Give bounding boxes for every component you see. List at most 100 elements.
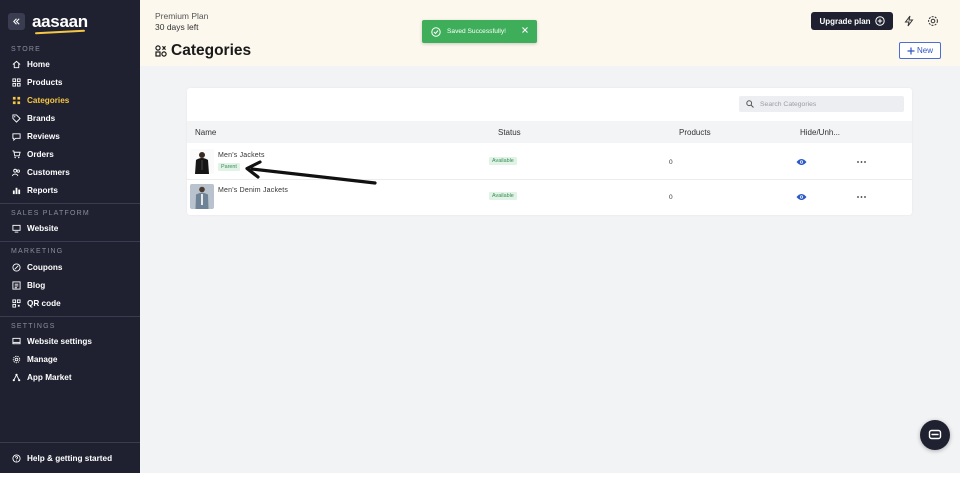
upgrade-plan-label: Upgrade plan xyxy=(819,16,871,26)
sidebar-item-label: Website settings xyxy=(27,336,92,346)
sidebar-item-orders[interactable]: Orders xyxy=(11,147,54,161)
page-title-text: Categories xyxy=(171,42,252,59)
section-sales-platform-title: SALES PLATFORM xyxy=(11,210,90,217)
category-thumbnail xyxy=(190,184,214,209)
reports-icon xyxy=(11,185,21,195)
tag-icon xyxy=(11,113,21,123)
column-header-status[interactable]: Status xyxy=(498,128,521,137)
sidebar-item-products[interactable]: Products xyxy=(11,75,63,89)
sidebar-item-label: Categories xyxy=(27,95,70,105)
table-row[interactable]: Men's Jackets Parent Available 0 xyxy=(187,145,912,180)
sidebar-item-label: QR code xyxy=(27,298,61,308)
sidebar-item-coupons[interactable]: Coupons xyxy=(11,260,62,274)
sidebar-item-website[interactable]: Website xyxy=(11,221,58,235)
table-row[interactable]: Men's Denim Jackets Available 0 xyxy=(187,180,912,215)
collapse-sidebar-button[interactable] xyxy=(8,12,25,30)
monitor-icon xyxy=(11,223,21,233)
sidebar-item-website-settings[interactable]: Website settings xyxy=(11,334,92,348)
review-icon xyxy=(11,131,21,141)
sidebar-item-categories[interactable]: Categories xyxy=(11,93,69,107)
category-name[interactable]: Men's Jackets xyxy=(218,152,265,159)
sidebar-item-customers[interactable]: Customers xyxy=(11,165,70,179)
sidebar-item-label: Reports xyxy=(27,185,58,195)
page-title: Categories xyxy=(155,42,251,60)
column-header-name[interactable]: Name xyxy=(195,128,216,137)
search-input[interactable] xyxy=(760,100,900,108)
qr-icon xyxy=(11,298,21,308)
close-icon[interactable] xyxy=(521,26,529,34)
search-icon xyxy=(746,100,754,108)
sidebar-item-label: App Market xyxy=(27,372,72,382)
more-options-icon[interactable] xyxy=(856,157,867,167)
divider xyxy=(0,241,140,242)
success-toast: Saved Successfully! xyxy=(422,20,537,43)
status-badge: Available xyxy=(489,192,517,200)
check-circle-icon xyxy=(431,26,441,37)
logo[interactable]: aasaan xyxy=(32,13,88,30)
sidebar-item-label: Manage xyxy=(27,354,58,364)
column-header-products[interactable]: Products xyxy=(679,128,711,137)
coupon-icon xyxy=(11,262,21,272)
category-thumbnail xyxy=(190,149,214,174)
section-marketing-title: MARKETING xyxy=(11,248,64,255)
products-count: 0 xyxy=(669,159,673,166)
sidebar-item-label: Reviews xyxy=(27,131,60,141)
plus-circle-icon xyxy=(874,16,885,26)
top-bar: Premium Plan 30 days left Categories Upg… xyxy=(140,0,960,66)
blog-icon xyxy=(11,280,21,290)
categories-table-card: Name Status Products Hide/Unh... Men's J… xyxy=(187,88,912,215)
sidebar-item-label: Blog xyxy=(27,280,46,290)
sidebar: aasaan STORE Home Products Categories Br… xyxy=(0,0,140,473)
sidebar-item-brands[interactable]: Brands xyxy=(11,111,55,125)
sidebar-item-reviews[interactable]: Reviews xyxy=(11,129,60,143)
sidebar-item-manage[interactable]: Manage xyxy=(11,352,57,366)
category-name[interactable]: Men's Denim Jackets xyxy=(218,187,288,194)
sidebar-item-app-market[interactable]: App Market xyxy=(11,370,72,384)
chat-icon xyxy=(928,429,942,440)
website-settings-icon xyxy=(11,336,21,346)
eye-icon[interactable] xyxy=(796,158,807,166)
parent-badge: Parent xyxy=(218,163,240,171)
gear-icon xyxy=(11,354,21,364)
upgrade-plan-button[interactable]: Upgrade plan xyxy=(811,12,893,30)
plan-days-left: 30 days left xyxy=(155,22,199,32)
help-label: Help & getting started xyxy=(27,453,113,463)
categories-icon xyxy=(155,45,167,57)
sidebar-item-reports[interactable]: Reports xyxy=(11,183,58,197)
divider xyxy=(0,203,140,204)
divider xyxy=(0,442,140,443)
column-header-hide-unhide[interactable]: Hide/Unh... xyxy=(800,128,840,137)
new-category-button[interactable]: New xyxy=(899,42,941,59)
brand: aasaan xyxy=(8,12,88,30)
sidebar-item-label: Coupons xyxy=(27,262,63,272)
section-store-title: STORE xyxy=(11,46,41,53)
plan-title: Premium Plan xyxy=(155,11,209,21)
sidebar-item-label: Orders xyxy=(27,149,54,159)
sidebar-item-label: Brands xyxy=(27,113,56,123)
toast-message: Saved Successfully! xyxy=(447,28,507,35)
search-box[interactable] xyxy=(739,96,904,112)
help-icon xyxy=(11,453,21,463)
eye-icon[interactable] xyxy=(796,193,807,201)
sidebar-item-home[interactable]: Home xyxy=(11,57,50,71)
sidebar-item-label: Customers xyxy=(27,167,70,177)
customers-icon xyxy=(11,167,21,177)
status-badge: Available xyxy=(489,157,517,165)
sidebar-item-label: Website xyxy=(27,223,59,233)
plus-icon xyxy=(907,47,915,54)
help-link[interactable]: Help & getting started xyxy=(11,451,112,465)
sidebar-item-label: Products xyxy=(27,77,63,87)
lightning-icon[interactable] xyxy=(903,15,915,27)
sidebar-item-qr-code[interactable]: QR code xyxy=(11,296,61,310)
main-content: Name Status Products Hide/Unh... Men's J… xyxy=(140,66,960,473)
products-count: 0 xyxy=(669,194,673,201)
new-label: New xyxy=(916,46,933,55)
table-header: Name Status Products Hide/Unh... xyxy=(187,121,912,143)
sidebar-item-label: Home xyxy=(27,59,50,69)
sidebar-item-blog[interactable]: Blog xyxy=(11,278,45,292)
more-options-icon[interactable] xyxy=(856,192,867,202)
home-icon xyxy=(11,59,21,69)
products-icon xyxy=(11,77,21,87)
settings-icon[interactable] xyxy=(927,15,939,27)
chat-button[interactable] xyxy=(920,420,950,450)
